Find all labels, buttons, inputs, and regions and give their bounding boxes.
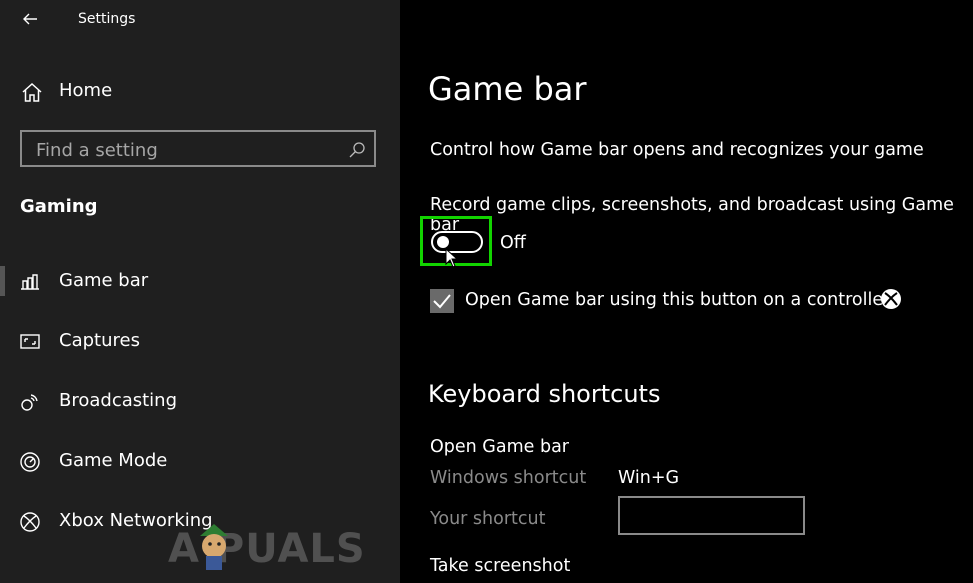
back-button[interactable] (18, 6, 44, 32)
keyboard-shortcuts-title: Keyboard shortcuts (428, 380, 661, 408)
your-shortcut-label: Your shortcut (430, 509, 546, 529)
xbox-icon (20, 512, 40, 532)
open-game-bar-heading: Open Game bar (430, 437, 569, 457)
sidebar-item-label: Game Mode (59, 450, 168, 471)
xbox-button-icon (881, 289, 901, 309)
back-arrow-icon (23, 13, 37, 25)
sidebar-item-label: Broadcasting (59, 390, 178, 411)
take-screenshot-heading: Take screenshot (430, 556, 571, 576)
sidebar-item-game-bar[interactable]: Game bar (0, 262, 400, 302)
checkmark-icon (433, 294, 451, 309)
broadcasting-icon (21, 394, 38, 411)
game-mode-icon (20, 452, 40, 472)
home-label: Home (59, 80, 113, 101)
game-bar-icon (21, 274, 39, 290)
mascot-icon (200, 524, 228, 570)
controller-checkbox-label: Open Game bar using this button on a con… (465, 290, 896, 310)
mouse-cursor-icon (445, 248, 459, 268)
your-shortcut-input[interactable] (618, 496, 805, 535)
search-icon[interactable] (348, 141, 366, 159)
sidebar-item-captures[interactable]: Captures (0, 322, 400, 362)
toggle-state-label: Off (500, 233, 526, 253)
home-icon (22, 82, 42, 102)
app-title: Settings (78, 11, 136, 27)
toggle-knob (437, 236, 449, 248)
sidebar-item-home[interactable]: Home (18, 78, 398, 106)
sidebar-item-label: Game bar (59, 270, 149, 291)
windows-shortcut-value: Win+G (618, 468, 680, 488)
section-title: Gaming (20, 196, 98, 217)
active-indicator (0, 266, 5, 296)
sidebar-item-game-mode[interactable]: Game Mode (0, 442, 400, 482)
captures-icon (20, 334, 40, 349)
windows-shortcut-label: Windows shortcut (430, 468, 587, 488)
main-content: Game bar Control how Game bar opens and … (400, 0, 973, 583)
controller-checkbox[interactable] (430, 289, 454, 313)
sidebar: Settings Home Find a setting Gaming Game… (0, 0, 400, 583)
search-input[interactable]: Find a setting (20, 130, 376, 167)
page-title: Game bar (428, 70, 587, 108)
sidebar-item-broadcasting[interactable]: Broadcasting (0, 382, 400, 422)
search-placeholder: Find a setting (36, 140, 158, 161)
watermark-logo: A PUALS (168, 520, 378, 576)
sidebar-item-label: Captures (59, 330, 140, 351)
record-setting-label: Record game clips, screenshots, and broa… (430, 195, 954, 235)
page-subtitle: Control how Game bar opens and recognize… (430, 140, 924, 160)
title-bar: Settings (0, 0, 400, 40)
